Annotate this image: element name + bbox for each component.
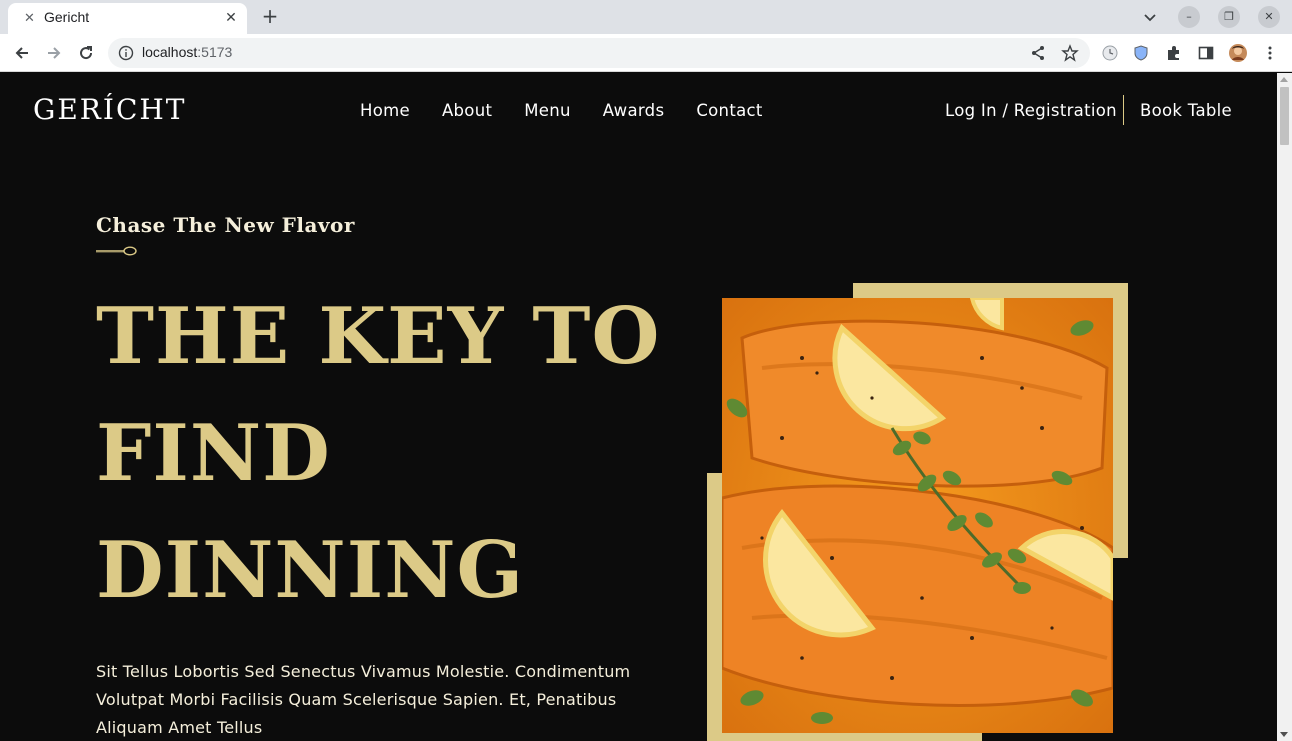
hero-headline: THE KEY TO FIND DINNING <box>96 278 696 629</box>
tab-loading-icon: ✕ <box>24 11 35 26</box>
headline-line: FIND <box>96 408 331 499</box>
url-text: localhost:5173 <box>142 44 233 60</box>
side-panel-icon[interactable] <box>1194 41 1218 65</box>
headline-line: DINNING <box>96 525 525 616</box>
hero-subtitle: Chase The New Flavor <box>96 213 355 237</box>
extensions-puzzle-icon[interactable] <box>1162 41 1186 65</box>
page-viewport: GERÍCHT Home About Menu Awards Contact L… <box>0 73 1277 741</box>
forward-icon[interactable] <box>42 41 66 65</box>
main-nav: Home About Menu Awards Contact <box>360 101 763 120</box>
salmon-dish-photo <box>722 298 1113 733</box>
nav-about[interactable]: About <box>442 101 492 120</box>
profile-avatar-icon[interactable] <box>1226 41 1250 65</box>
browser-tab[interactable]: ✕ Gericht ✕ <box>8 3 247 34</box>
book-table-link[interactable]: Book Table <box>1140 101 1232 120</box>
nav-home[interactable]: Home <box>360 101 410 120</box>
scroll-down-arrow-icon[interactable] <box>1280 732 1288 737</box>
headline-line: THE KEY TO <box>96 291 661 382</box>
nav-menu[interactable]: Menu <box>524 101 571 120</box>
minimize-button[interactable]: – <box>1178 6 1200 28</box>
page-scrollbar[interactable] <box>1277 73 1292 741</box>
back-icon[interactable] <box>10 41 34 65</box>
spoon-icon <box>96 246 137 256</box>
tab-title: Gericht <box>44 9 90 25</box>
restore-button[interactable]: ❐ <box>1218 6 1240 28</box>
browser-tabstrip: ✕ Gericht ✕ + – ❐ ✕ <box>0 0 1292 34</box>
browser-menu-icon[interactable] <box>1258 41 1282 65</box>
nav-awards[interactable]: Awards <box>603 101 665 120</box>
hero-description: Sit Tellus Lobortis Sed Senectus Vivamus… <box>96 662 631 737</box>
close-window-button[interactable]: ✕ <box>1258 6 1280 28</box>
nav-contact[interactable]: Contact <box>696 101 762 120</box>
scroll-up-arrow-icon[interactable] <box>1280 77 1288 82</box>
login-registration-link[interactable]: Log In / Registration <box>945 101 1117 120</box>
bookmark-star-icon[interactable] <box>1058 41 1082 65</box>
address-bar[interactable]: localhost:5173 <box>108 38 1090 68</box>
share-icon[interactable] <box>1026 41 1050 65</box>
site-logo[interactable]: GERÍCHT <box>33 93 186 126</box>
nav-divider <box>1123 95 1124 125</box>
new-tab-button[interactable]: + <box>258 5 282 29</box>
reload-icon[interactable] <box>74 41 98 65</box>
tab-close-icon[interactable]: ✕ <box>221 8 241 28</box>
scroll-thumb[interactable] <box>1280 87 1289 145</box>
site-info-icon[interactable] <box>118 45 134 61</box>
extension-clock-icon[interactable] <box>1098 41 1122 65</box>
browser-toolbar: localhost:5173 <box>0 34 1292 72</box>
tab-search-icon[interactable] <box>1140 7 1160 27</box>
extension-shield-icon[interactable] <box>1129 41 1153 65</box>
